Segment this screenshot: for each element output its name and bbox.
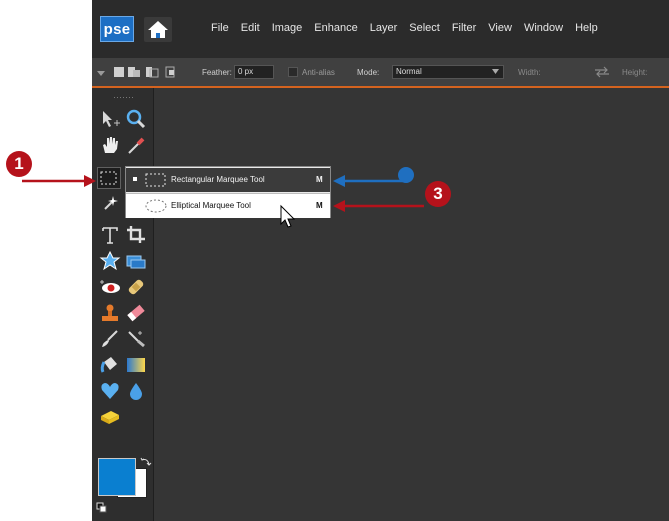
- brush-tool-icon[interactable]: [99, 328, 121, 350]
- mode-select[interactable]: Normal: [392, 65, 504, 79]
- tool-preset-chevron-icon[interactable]: [97, 69, 105, 77]
- gradient-tool-icon[interactable]: [125, 354, 147, 376]
- marquee-tool-button[interactable]: [97, 167, 121, 189]
- type-tool-icon[interactable]: [99, 224, 121, 246]
- tools-panel: [92, 88, 154, 521]
- photoshop-elements-window: pse File Edit Image Enhance Layer Select…: [92, 0, 669, 521]
- menu-window[interactable]: Window: [524, 22, 563, 34]
- healing-brush-tool-icon[interactable]: [125, 276, 147, 298]
- canvas-area[interactable]: [154, 88, 669, 521]
- menu-filter[interactable]: Filter: [452, 22, 476, 34]
- mode-label: Mode:: [357, 68, 380, 77]
- red-eye-tool-icon[interactable]: [99, 276, 121, 298]
- pse-logo: pse: [100, 16, 134, 42]
- panel-grip-icon[interactable]: [114, 96, 134, 100]
- crop-tool-icon[interactable]: [125, 224, 147, 246]
- flyout-item-elliptical-marquee[interactable]: Elliptical Marquee Tool M: [126, 193, 330, 218]
- menu-layer[interactable]: Layer: [370, 22, 398, 34]
- flyout-item-label: Rectangular Marquee Tool: [171, 175, 265, 184]
- selected-indicator: [133, 177, 137, 181]
- height-label: Height:: [622, 68, 648, 77]
- swap-dimensions-icon[interactable]: [594, 66, 610, 78]
- menu-file[interactable]: File: [211, 22, 229, 34]
- menu-image[interactable]: Image: [272, 22, 303, 34]
- rectangular-marquee-icon: [145, 173, 166, 187]
- move-tool-icon[interactable]: [99, 108, 121, 130]
- eyedropper-tool-icon[interactable]: [125, 134, 147, 156]
- menu-help[interactable]: Help: [575, 22, 598, 34]
- marquee-tool-flyout: Rectangular Marquee Tool M Elliptical Ma…: [125, 166, 331, 218]
- zoom-tool-icon[interactable]: [125, 108, 147, 130]
- rectangular-marquee-icon: [100, 171, 117, 185]
- callout-badge-3: 3: [425, 181, 451, 207]
- custom-shape-tool-icon[interactable]: [99, 380, 121, 402]
- anti-alias-label: Anti-alias: [302, 68, 335, 77]
- feather-input[interactable]: 0 px: [234, 65, 274, 79]
- cookie-cutter-tool-icon[interactable]: [99, 250, 121, 272]
- menu-bar: pse File Edit Image Enhance Layer Select…: [92, 0, 669, 58]
- elliptical-marquee-icon: [145, 199, 167, 213]
- foreground-color-swatch[interactable]: [98, 458, 136, 496]
- flyout-item-shortcut: M: [316, 175, 323, 184]
- selection-mode-icons[interactable]: [114, 65, 184, 79]
- clone-stamp-tool-icon[interactable]: [99, 302, 121, 324]
- anti-alias-checkbox[interactable]: [288, 67, 298, 77]
- smart-brush-tool-icon[interactable]: [125, 328, 147, 350]
- paint-bucket-tool-icon[interactable]: [99, 354, 121, 376]
- eraser-tool-icon[interactable]: [125, 302, 147, 324]
- home-icon: [148, 21, 168, 38]
- menu-enhance[interactable]: Enhance: [314, 22, 357, 34]
- flyout-item-shortcut: M: [316, 201, 323, 210]
- width-label: Width:: [518, 68, 541, 77]
- tool-options-bar: Feather: 0 px Anti-alias Mode: Normal Wi…: [92, 58, 669, 88]
- menu-edit[interactable]: Edit: [241, 22, 260, 34]
- home-button[interactable]: [144, 17, 172, 42]
- callout-badge-1: 1: [6, 151, 32, 177]
- menu-select[interactable]: Select: [409, 22, 440, 34]
- flyout-item-label: Elliptical Marquee Tool: [171, 201, 251, 210]
- sponge-tool-icon[interactable]: [99, 406, 121, 428]
- dropdown-arrow-icon: [492, 69, 499, 74]
- main-menu: File Edit Image Enhance Layer Select Fil…: [211, 22, 610, 34]
- feather-label: Feather:: [202, 68, 232, 77]
- hand-tool-icon[interactable]: [99, 134, 121, 156]
- swap-colors-icon[interactable]: [140, 456, 152, 468]
- flyout-item-rectangular-marquee[interactable]: Rectangular Marquee Tool M: [126, 168, 330, 192]
- mode-value: Normal: [396, 67, 422, 76]
- blur-tool-icon[interactable]: [125, 380, 147, 402]
- menu-view[interactable]: View: [488, 22, 512, 34]
- straighten-tool-icon[interactable]: [125, 250, 147, 272]
- magic-wand-tool-icon[interactable]: [99, 192, 121, 214]
- default-colors-icon[interactable]: [96, 502, 108, 514]
